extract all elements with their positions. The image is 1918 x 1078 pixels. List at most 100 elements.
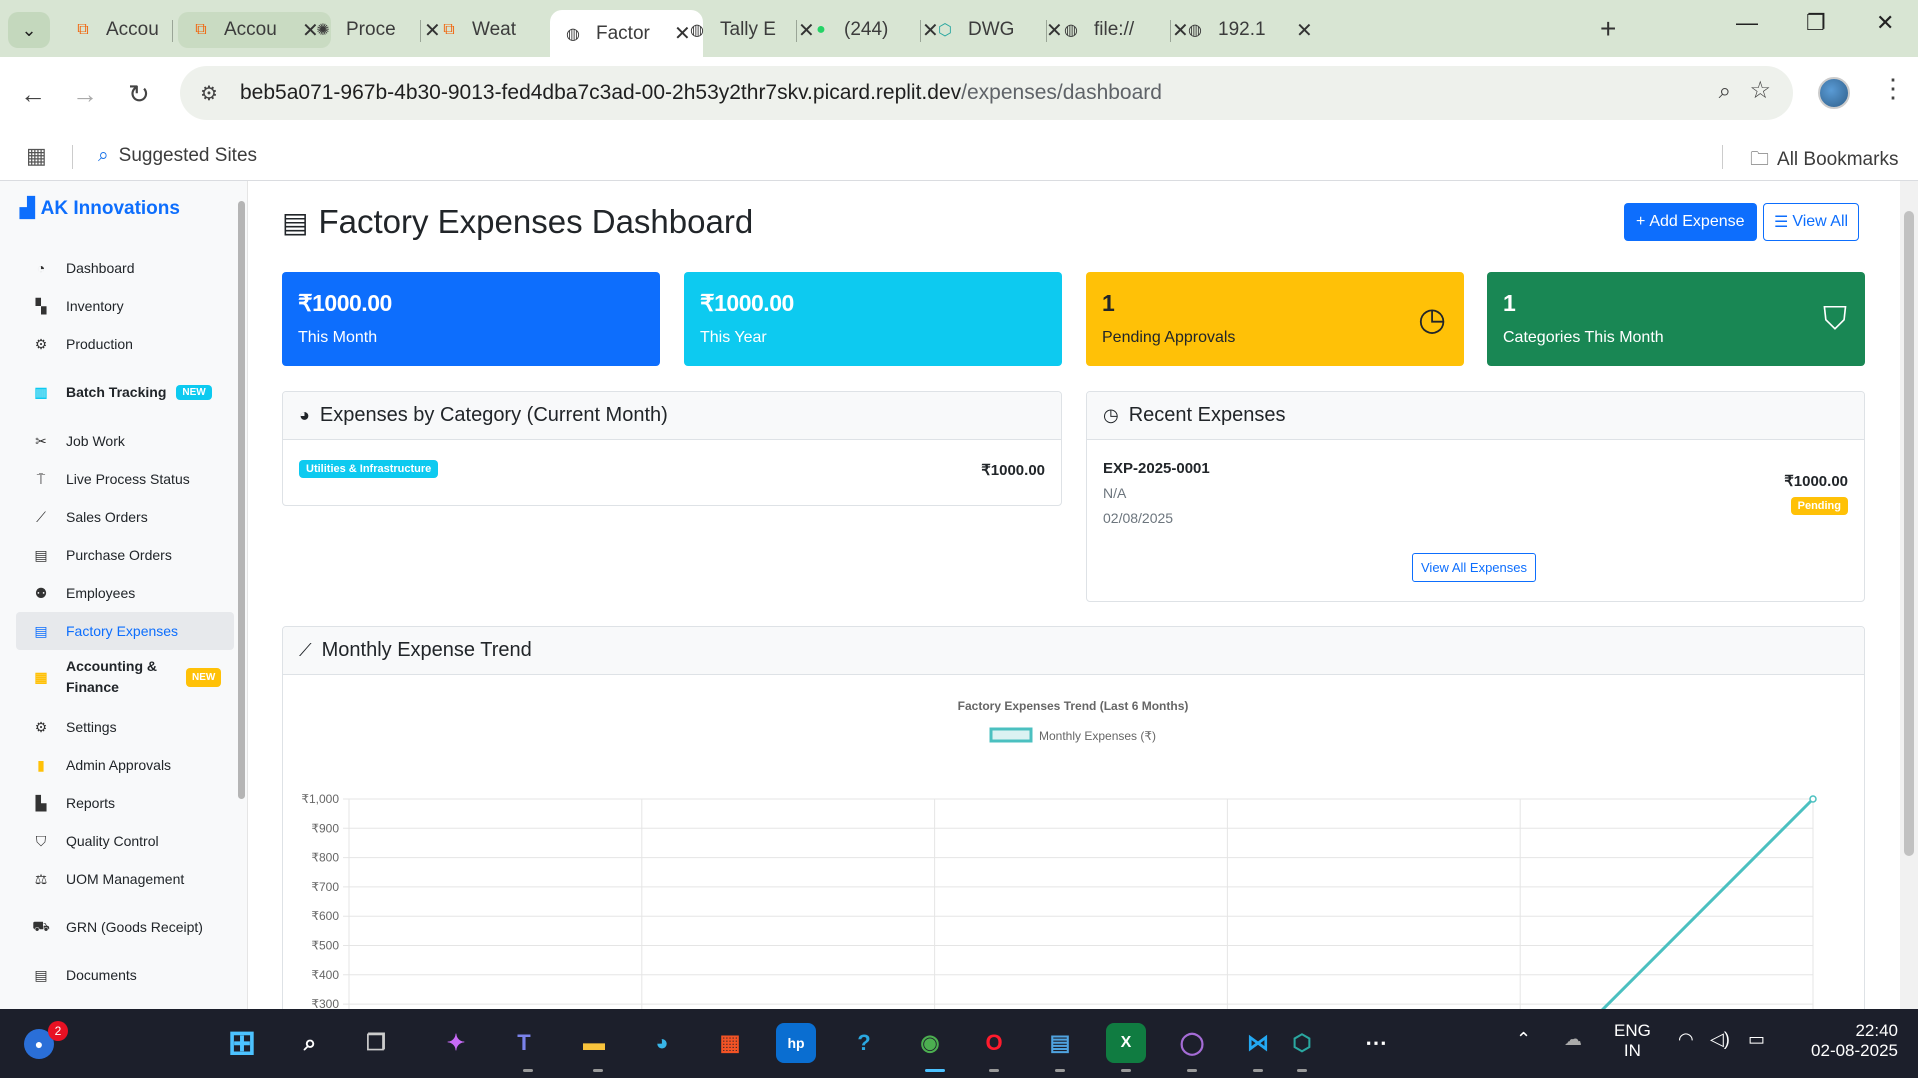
page-scrollbar[interactable]	[1904, 211, 1914, 856]
sidebar-item-uom[interactable]: ⚖ UOM Management	[16, 860, 234, 898]
page-title-text: Factory Expenses Dashboard	[318, 203, 754, 240]
site-info-icon[interactable]: ⚙	[194, 78, 224, 108]
search-icon: ⌕	[98, 145, 109, 166]
close-icon[interactable]: ✕	[1296, 18, 1313, 43]
sidebar-item-job-work[interactable]: ✂ Job Work	[16, 422, 234, 460]
close-window-icon[interactable]: ✕	[1876, 10, 1894, 36]
chevron-up-icon[interactable]: ⌃	[1516, 1029, 1531, 1050]
sidebar-item-documents[interactable]: ▤ Documents	[16, 956, 234, 994]
sidebar-item-sales-orders[interactable]: ⟋ Sales Orders	[16, 498, 234, 536]
tab-title: DWG	[968, 19, 1015, 40]
sidebar-item-production[interactable]: ⚙ Production	[16, 325, 234, 363]
task-view-icon[interactable]: ❐	[356, 1023, 396, 1063]
vscode-icon[interactable]: ⋈	[1238, 1023, 1278, 1063]
expense-id[interactable]: EXP-2025-0001	[1103, 460, 1210, 477]
excel-icon[interactable]: X	[1106, 1023, 1146, 1063]
search-icon[interactable]: ⌕	[290, 1023, 330, 1063]
tachometer-icon: ◔	[36, 260, 46, 276]
new-badge: NEW	[186, 667, 222, 687]
chrome-icon[interactable]: ◉	[910, 1023, 950, 1063]
sidebar-item-settings[interactable]: ⚙ Settings	[16, 708, 234, 746]
broadcast-icon: ⍑	[36, 470, 46, 487]
volume-icon[interactable]: ◁)	[1710, 1029, 1730, 1050]
stat-label: Categories This Month	[1503, 329, 1664, 346]
language-indicator[interactable]: ENG IN	[1614, 1021, 1651, 1062]
forward-icon[interactable]: →	[72, 79, 98, 110]
sidebar-item-batch-tracking[interactable]: ▥ Batch Tracking NEW	[16, 373, 234, 411]
tags-icon: ⛉	[1822, 300, 1847, 336]
sidebar-item-purchase-orders[interactable]: ▤ Purchase Orders	[16, 536, 234, 574]
main-content: ▤ Factory Expenses Dashboard + Add Expense…	[282, 181, 1865, 1009]
calculator-icon: ▦	[34, 668, 48, 685]
profile-avatar[interactable]	[1818, 77, 1850, 109]
teams-icon[interactable]: T	[504, 1023, 544, 1063]
sidebar-item-inventory[interactable]: ▚ Inventory	[16, 287, 234, 325]
plus-icon: +	[1636, 213, 1646, 230]
sidebar-item-reports[interactable]: ▙ Reports	[16, 784, 234, 822]
whatsapp-icon: ●	[816, 21, 826, 38]
sidebar-item-employees[interactable]: ⚉ Employees	[16, 574, 234, 612]
sidebar-item-admin-approvals[interactable]: ▮ Admin Approvals	[16, 746, 234, 784]
sidebar-item-label: Settings	[66, 719, 117, 735]
wifi-icon[interactable]: ◠	[1678, 1029, 1694, 1050]
tab-search-button[interactable]: ⌄	[8, 12, 50, 48]
opera-icon[interactable]: O	[974, 1023, 1014, 1063]
zoom-icon[interactable]: ⌕	[1719, 78, 1731, 104]
browser-menu-icon[interactable]: ⋮	[1880, 73, 1906, 104]
myhp-icon[interactable]: hp	[776, 1023, 816, 1063]
card-title: Recent Expenses	[1128, 404, 1286, 426]
help-icon[interactable]: ?	[844, 1023, 884, 1063]
web-page: ▟ AK Innovations ◔ Dashboard ▚ Inventory ⚙ P…	[0, 181, 1918, 1009]
time-text: 22:40	[1855, 1021, 1898, 1040]
sidebar-item-accounting[interactable]: ▦ Accounting & Finance NEW	[16, 651, 234, 703]
tab-title: (244)	[844, 19, 889, 40]
expense-date: 02/08/2025	[1103, 510, 1174, 526]
view-all-button[interactable]: ☰ View All	[1763, 203, 1860, 241]
globe-icon: ◍	[566, 25, 580, 43]
reload-icon[interactable]: ↻	[128, 79, 150, 110]
card-header: ◕ Expenses by Category (Current Month)	[283, 392, 1061, 440]
card-header: ⟋ Monthly Expense Trend	[283, 627, 1864, 675]
add-expense-button[interactable]: + Add Expense	[1624, 203, 1757, 241]
bookmark-suggested-sites[interactable]: ⌕ Suggested Sites	[98, 145, 257, 167]
category-amount: ₹1000.00	[981, 462, 1045, 479]
url-text: beb5a071-967b-4b30-9013-fed4dba7c3ad-00-…	[240, 81, 1162, 105]
clock[interactable]: 22:40 02-08-2025	[1798, 1021, 1898, 1062]
edge-icon[interactable]: ◕	[642, 1023, 682, 1063]
restore-icon[interactable]: ❐	[1806, 10, 1826, 36]
new-tab-button[interactable]: +	[1600, 13, 1616, 45]
more-apps-icon[interactable]: ⋯	[1356, 1023, 1396, 1063]
back-icon[interactable]: ←	[20, 79, 46, 110]
brand-name: AK Innovations	[40, 198, 180, 219]
bookmark-star-icon[interactable]: ☆	[1749, 76, 1771, 105]
minimize-icon[interactable]: —	[1736, 10, 1758, 36]
sidebar-item-factory-expenses[interactable]: ▤ Factory Expenses	[16, 612, 234, 650]
stat-card-this-year: ₹1000.00 This Year	[684, 272, 1062, 366]
brand[interactable]: ▟ AK Innovations	[20, 197, 180, 220]
onedrive-icon[interactable]: ☁	[1564, 1029, 1582, 1050]
stat-value: 1	[1503, 290, 1516, 316]
sidebar-item-grn[interactable]: ⛟ GRN (Goods Receipt)	[16, 908, 234, 946]
receipt-icon: ▤	[34, 622, 48, 639]
battery-icon[interactable]: ▭	[1748, 1029, 1765, 1050]
dwg-icon[interactable]: ⬡	[1282, 1023, 1322, 1063]
view-all-expenses-button[interactable]: View All Expenses	[1412, 553, 1536, 582]
all-bookmarks[interactable]: 🗀 All Bookmarks	[1750, 145, 1898, 177]
start-icon[interactable]: ⊞	[222, 1023, 262, 1063]
sidebar-scrollbar[interactable]	[238, 201, 245, 799]
legend-swatch	[989, 727, 1033, 743]
copilot-icon[interactable]: ✦	[436, 1023, 476, 1063]
address-bar[interactable]: ⚙ beb5a071-967b-4b30-9013-fed4dba7c3ad-0…	[180, 66, 1793, 120]
browser-tab[interactable]: ◍ 192.1 ✕	[1172, 10, 1325, 50]
file-explorer-icon[interactable]: ▬	[574, 1023, 614, 1063]
notepad-icon[interactable]: ▤	[1040, 1023, 1080, 1063]
gear-icon: ⚙	[34, 718, 48, 735]
dwg-icon: ⬡	[938, 22, 952, 39]
sidebar-item-dashboard[interactable]: ◔ Dashboard	[16, 249, 234, 287]
sidebar-item-quality-control[interactable]: ⛉ Quality Control	[16, 822, 234, 860]
apps-grid-icon[interactable]: ▦	[26, 143, 47, 169]
store-icon[interactable]: ▦	[710, 1023, 750, 1063]
github-icon[interactable]: ◯	[1172, 1023, 1212, 1063]
sidebar-item-live-process[interactable]: ⍑ Live Process Status	[16, 460, 234, 498]
y-tick-label: ₹300	[311, 997, 339, 1009]
